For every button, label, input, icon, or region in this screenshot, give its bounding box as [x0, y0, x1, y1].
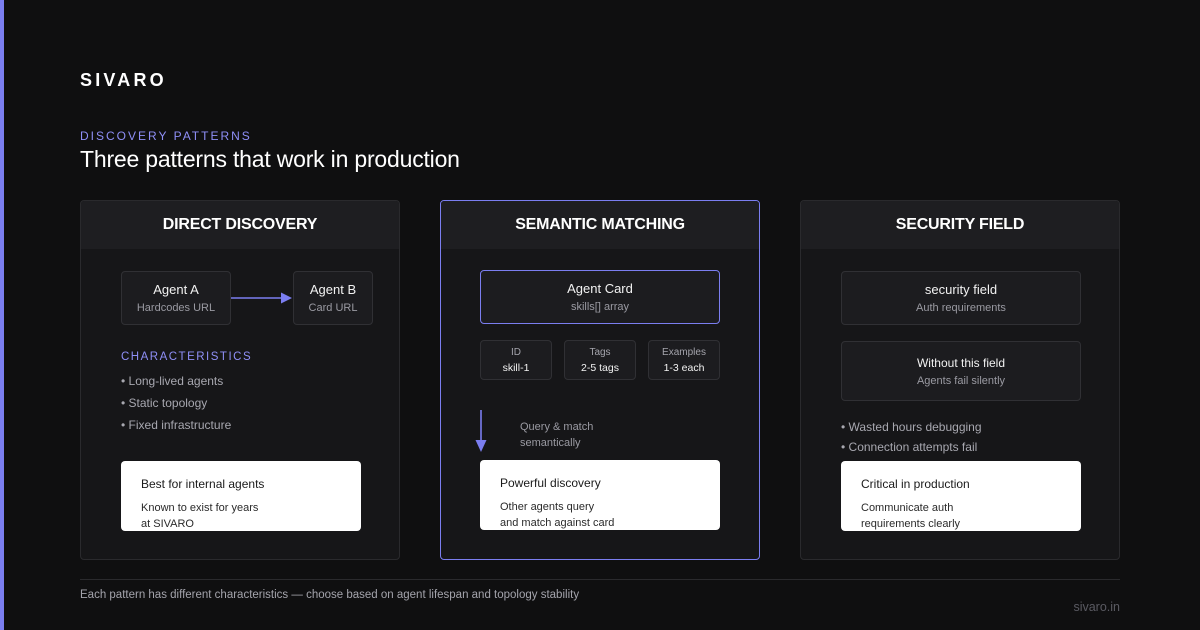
callout-line: Known to exist for years: [141, 502, 259, 514]
agent-a-title: Agent A: [153, 282, 199, 297]
footer-divider: [80, 579, 1120, 580]
left-accent-bar: [0, 0, 4, 630]
callout-line: and match against card: [500, 517, 615, 529]
security-field-sub: Auth requirements: [916, 302, 1006, 314]
callout-line: Other agents query: [500, 501, 595, 513]
without-field-sub: Agents fail silently: [916, 374, 1006, 387]
without-field-title: Without this field: [916, 355, 1006, 370]
callout-line: at SIVARO: [141, 518, 194, 530]
security-field-title: security field: [924, 282, 998, 297]
panel-title: DIRECT DISCOVERY: [81, 201, 399, 249]
agent-card-title: Agent Card: [567, 281, 633, 296]
section-kicker: DISCOVERY PATTERNS: [80, 129, 252, 143]
without-field-box: Without this field Agents fail silently: [841, 341, 1081, 401]
callout-title: Powerful discovery: [500, 476, 601, 490]
agent-card-sub: skills[] array: [570, 301, 630, 313]
agent-card-box: Agent Card skills[] array: [480, 270, 720, 324]
callout-line: Communicate auth: [861, 502, 954, 514]
callout-body: Other agents query and match against car…: [500, 499, 700, 531]
callout-body: Known to exist for years at SIVARO: [141, 500, 341, 532]
page-title: Three patterns that work in production: [80, 146, 460, 172]
list-item: • Fixed infrastructure: [121, 418, 232, 432]
field-id-box: ID skill-1: [480, 340, 552, 380]
callout-card: Best for internal agents Known to exist …: [121, 461, 361, 531]
callout-body: Communicate auth requirements clearly: [861, 500, 1061, 532]
list-item: • Static topology: [121, 396, 208, 410]
list-item: • Long-lived agents: [121, 374, 224, 388]
panel-title: SECURITY FIELD: [801, 201, 1119, 249]
footer-url: sivaro.in: [1073, 600, 1120, 614]
callout-title: Best for internal agents: [141, 477, 265, 491]
arrow-note-line: Query & match: [520, 421, 594, 433]
callout-card: Powerful discovery Other agents query an…: [480, 460, 720, 530]
field-label: ID: [511, 346, 521, 358]
panel-security-field: SECURITY FIELD security field Auth requi…: [800, 200, 1120, 560]
agent-a-sub: Hardcodes URL: [136, 302, 216, 314]
characteristics-label: CHARACTERISTICS: [121, 351, 253, 363]
panel-direct-discovery: DIRECT DISCOVERY Agent A Hardcodes URL A…: [80, 200, 400, 560]
callout-title: Critical in production: [861, 477, 970, 491]
field-examples-box: Examples 1-3 each: [648, 340, 720, 380]
field-label: Tags: [589, 346, 611, 358]
field-tags-box: Tags 2-5 tags: [564, 340, 636, 380]
agent-b-title: Agent B: [309, 282, 357, 297]
footer-note: Each pattern has different characteristi…: [80, 589, 580, 601]
panel-title: SEMANTIC MATCHING: [441, 201, 759, 249]
arrow-note-line: semantically: [520, 437, 581, 449]
panel-semantic-matching: SEMANTIC MATCHING Agent Card skills[] ar…: [440, 200, 760, 560]
consequences-list: • Wasted hours debugging • Connection at…: [841, 420, 982, 460]
arrow-down-icon: [475, 410, 487, 452]
arrow-right-icon: [231, 292, 292, 304]
list-item: • Connection attempts fail: [841, 440, 978, 454]
agent-a-box: Agent A Hardcodes URL: [121, 271, 231, 325]
characteristics-list: • Long-lived agents • Static topology • …: [121, 374, 231, 440]
brand-logo: SIVARO: [80, 70, 167, 90]
agent-b-box: Agent B Card URL: [293, 271, 373, 325]
field-value: 1-3 each: [663, 361, 705, 374]
security-field-box: security field Auth requirements: [841, 271, 1081, 325]
callout-line: requirements clearly: [861, 518, 961, 530]
arrow-note: Query & match semantically: [520, 419, 593, 451]
agent-b-sub: Card URL: [308, 302, 358, 314]
field-value: 2-5 tags: [581, 361, 619, 374]
callout-card: Critical in production Communicate auth …: [841, 461, 1081, 531]
list-item: • Wasted hours debugging: [841, 420, 982, 434]
field-label: Examples: [662, 346, 706, 358]
field-value: skill-1: [502, 361, 530, 374]
